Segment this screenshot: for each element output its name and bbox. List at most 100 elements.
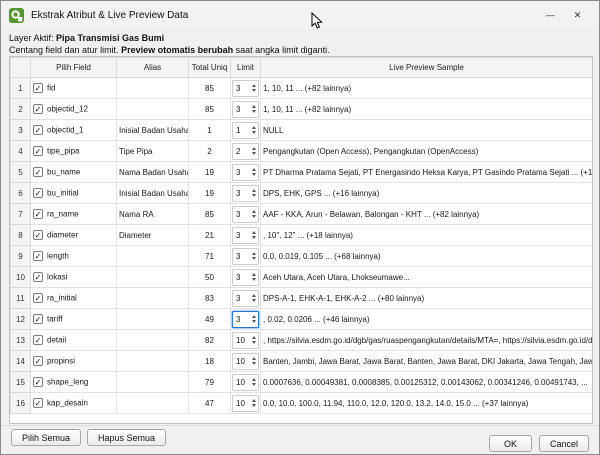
- spin-up-icon[interactable]: [252, 294, 256, 297]
- row-number[interactable]: 3: [11, 120, 31, 141]
- col-header-total-uniq[interactable]: Total Uniq: [189, 58, 231, 78]
- row-number[interactable]: 6: [11, 183, 31, 204]
- spin-down-icon[interactable]: [252, 194, 256, 197]
- limit-spinbox[interactable]: 3: [232, 269, 259, 286]
- spin-up-icon[interactable]: [252, 399, 256, 402]
- spin-down-icon[interactable]: [252, 404, 256, 407]
- field-checkbox[interactable]: ✓: [33, 398, 43, 408]
- limit-spinbox[interactable]: 3: [232, 185, 259, 202]
- row-number[interactable]: 14: [11, 351, 31, 372]
- spin-down-icon[interactable]: [252, 173, 256, 176]
- spin-up-icon[interactable]: [252, 105, 256, 108]
- row-number[interactable]: 11: [11, 288, 31, 309]
- row-number[interactable]: 7: [11, 204, 31, 225]
- alias-cell: Inisial Badan Usaha: [117, 120, 189, 141]
- col-header-alias[interactable]: Alias: [117, 58, 189, 78]
- row-number[interactable]: 4: [11, 141, 31, 162]
- spin-up-icon[interactable]: [252, 189, 256, 192]
- spin-up-icon[interactable]: [252, 315, 256, 318]
- limit-cell: 3: [231, 99, 261, 120]
- row-number[interactable]: 2: [11, 99, 31, 120]
- limit-spinbox[interactable]: 3: [232, 290, 259, 307]
- limit-spinbox[interactable]: 3: [232, 227, 259, 244]
- spin-up-icon[interactable]: [252, 147, 256, 150]
- col-header-pilih-field[interactable]: Pilih Field: [31, 58, 117, 78]
- field-checkbox[interactable]: ✓: [33, 314, 43, 324]
- spin-up-icon[interactable]: [252, 126, 256, 129]
- limit-spinbox[interactable]: 1: [232, 122, 259, 139]
- select-all-button[interactable]: Pilih Semua: [11, 429, 81, 446]
- spin-down-icon[interactable]: [252, 89, 256, 92]
- limit-spinbox[interactable]: 3: [232, 80, 259, 97]
- spin-down-icon[interactable]: [252, 341, 256, 344]
- spin-down-icon[interactable]: [252, 320, 256, 323]
- limit-spinbox[interactable]: 2: [232, 143, 259, 160]
- row-number[interactable]: 16: [11, 393, 31, 414]
- limit-spinbox[interactable]: 3: [232, 164, 259, 181]
- field-checkbox[interactable]: ✓: [33, 293, 43, 303]
- spin-up-icon[interactable]: [252, 378, 256, 381]
- alias-cell: [117, 99, 189, 120]
- spin-up-icon[interactable]: [252, 168, 256, 171]
- field-checkbox[interactable]: ✓: [33, 209, 43, 219]
- limit-spinbox[interactable]: 10: [232, 374, 259, 391]
- close-icon[interactable]: ✕: [564, 6, 591, 24]
- field-checkbox[interactable]: ✓: [33, 356, 43, 366]
- row-number[interactable]: 10: [11, 267, 31, 288]
- limit-spinbox[interactable]: 10: [232, 332, 259, 349]
- field-checkbox[interactable]: ✓: [33, 146, 43, 156]
- limit-spinbox[interactable]: 3: [232, 311, 259, 328]
- col-header-live-preview[interactable]: Live Preview Sample: [261, 58, 593, 78]
- spin-down-icon[interactable]: [252, 110, 256, 113]
- preview-cell: AAF - KKA, Arun - Belawan, Balongan - KH…: [261, 204, 593, 225]
- ok-button[interactable]: OK: [489, 435, 532, 452]
- alias-cell: [117, 351, 189, 372]
- limit-spinbox[interactable]: 3: [232, 206, 259, 223]
- limit-value: 3: [236, 273, 240, 282]
- spin-down-icon[interactable]: [252, 278, 256, 281]
- row-number[interactable]: 12: [11, 309, 31, 330]
- title-bar[interactable]: Ekstrak Atribut & Live Preview Data — ✕: [1, 1, 599, 29]
- spin-up-icon[interactable]: [252, 210, 256, 213]
- row-number[interactable]: 8: [11, 225, 31, 246]
- spin-up-icon[interactable]: [252, 231, 256, 234]
- field-checkbox[interactable]: ✓: [33, 83, 43, 93]
- minimize-icon[interactable]: —: [537, 6, 564, 24]
- spin-up-icon[interactable]: [252, 357, 256, 360]
- field-checkbox[interactable]: ✓: [33, 272, 43, 282]
- limit-spinbox[interactable]: 10: [232, 353, 259, 370]
- field-checkbox[interactable]: ✓: [33, 167, 43, 177]
- spin-down-icon[interactable]: [252, 362, 256, 365]
- spin-down-icon[interactable]: [252, 299, 256, 302]
- spin-up-icon[interactable]: [252, 336, 256, 339]
- spin-up-icon[interactable]: [252, 84, 256, 87]
- spin-down-icon[interactable]: [252, 215, 256, 218]
- row-number[interactable]: 9: [11, 246, 31, 267]
- spin-down-icon[interactable]: [252, 236, 256, 239]
- spin-down-icon[interactable]: [252, 131, 256, 134]
- spin-down-icon[interactable]: [252, 383, 256, 386]
- spin-down-icon[interactable]: [252, 152, 256, 155]
- field-checkbox[interactable]: ✓: [33, 335, 43, 345]
- field-checkbox[interactable]: ✓: [33, 377, 43, 387]
- field-checkbox[interactable]: ✓: [33, 230, 43, 240]
- col-header-limit[interactable]: Limit: [231, 58, 261, 78]
- cancel-button[interactable]: Cancel: [539, 435, 589, 452]
- clear-all-button[interactable]: Hapus Semua: [87, 429, 166, 446]
- row-number[interactable]: 15: [11, 372, 31, 393]
- limit-spinbox[interactable]: 3: [232, 248, 259, 265]
- spin-down-icon[interactable]: [252, 257, 256, 260]
- row-number[interactable]: 13: [11, 330, 31, 351]
- field-checkbox[interactable]: ✓: [33, 104, 43, 114]
- spin-up-icon[interactable]: [252, 252, 256, 255]
- active-layer-line: Layer Aktif: Pipa Transmisi Gas Bumi: [9, 32, 591, 44]
- field-checkbox[interactable]: ✓: [33, 188, 43, 198]
- limit-spinbox[interactable]: 3: [232, 101, 259, 118]
- total-uniq-cell: 2: [189, 141, 231, 162]
- row-number[interactable]: 5: [11, 162, 31, 183]
- field-checkbox[interactable]: ✓: [33, 125, 43, 135]
- row-number[interactable]: 1: [11, 78, 31, 99]
- field-checkbox[interactable]: ✓: [33, 251, 43, 261]
- spin-up-icon[interactable]: [252, 273, 256, 276]
- limit-spinbox[interactable]: 10: [232, 395, 259, 412]
